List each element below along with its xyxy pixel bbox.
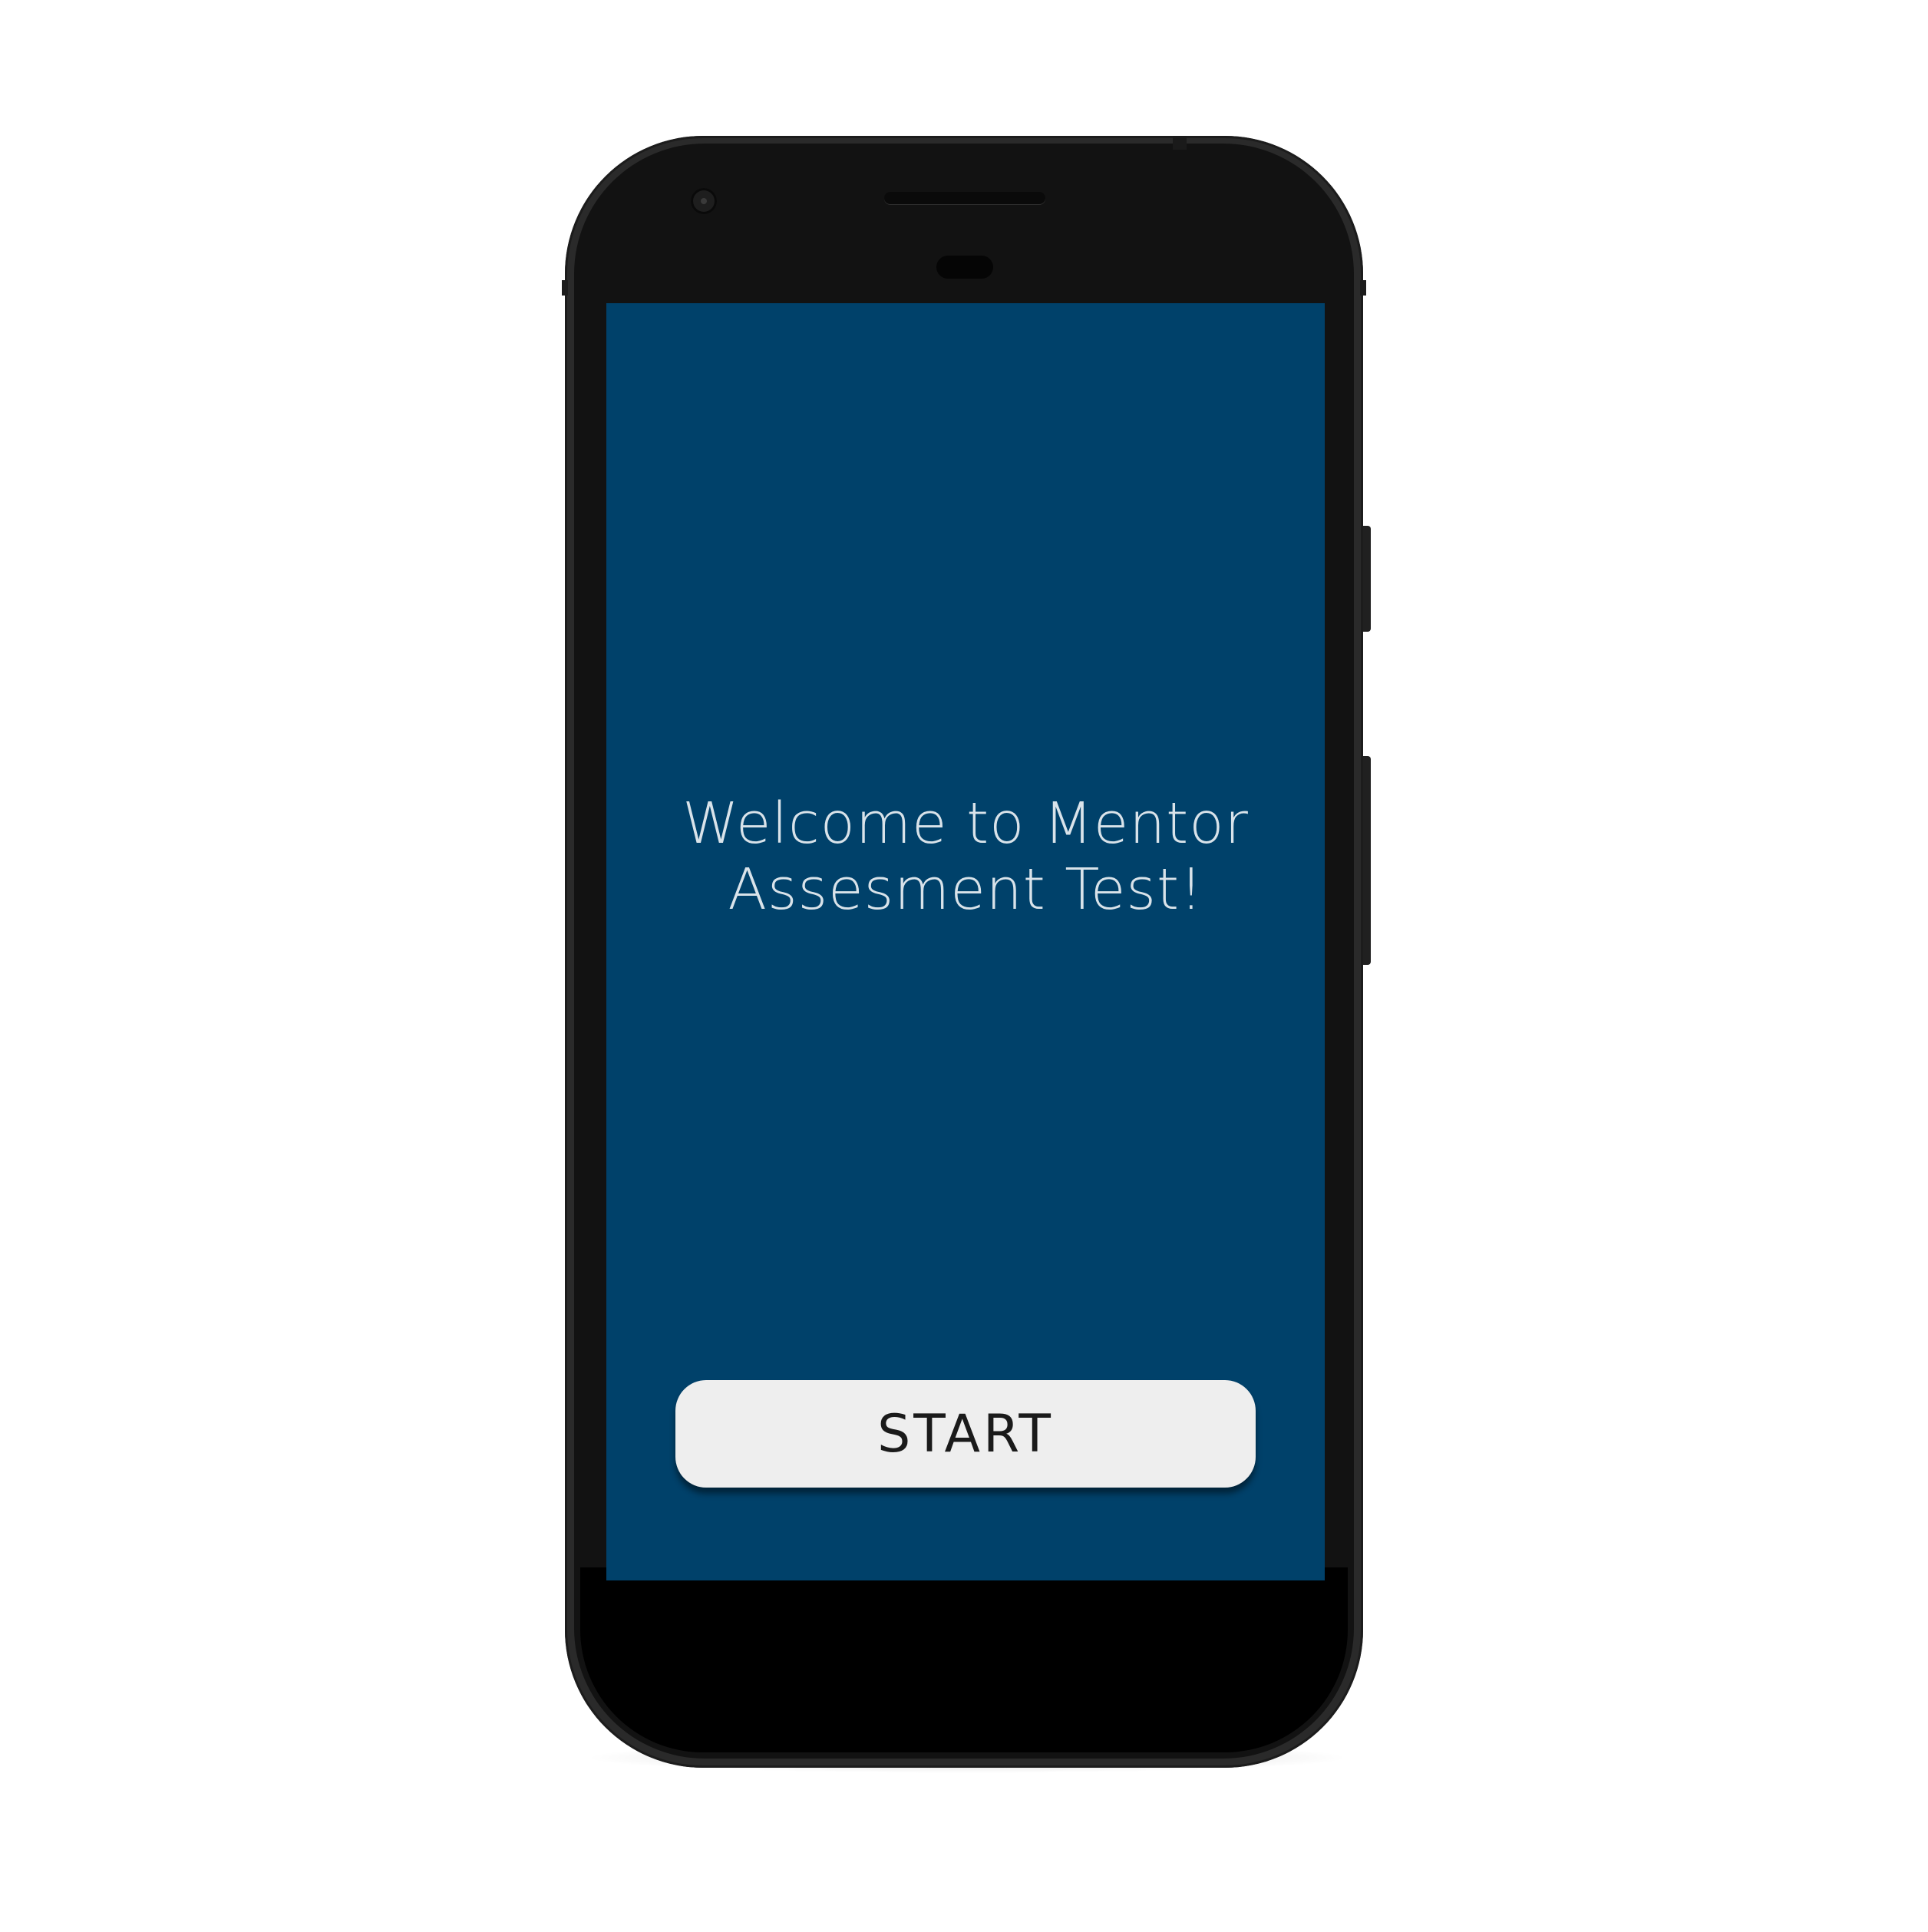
start-button[interactable]: START (675, 1380, 1256, 1488)
phone-antenna-line (1173, 136, 1187, 150)
welcome-heading-line1: Welcome to Mentor (682, 791, 1249, 857)
front-camera-icon (691, 188, 717, 214)
phone-chin (580, 1567, 1348, 1752)
phone-edge-mark-left (562, 280, 568, 296)
power-button[interactable] (1363, 526, 1371, 632)
app-screen: Welcome to Mentor Assesment Test! START (606, 303, 1325, 1580)
welcome-heading-line2: Assesment Test! (728, 857, 1203, 923)
volume-button[interactable] (1363, 756, 1371, 965)
proximity-sensor (936, 256, 993, 279)
welcome-heading: Welcome to Mentor Assesment Test! (606, 791, 1325, 923)
phone-edge-mark-right (1360, 280, 1366, 296)
earpiece-speaker (884, 192, 1045, 204)
